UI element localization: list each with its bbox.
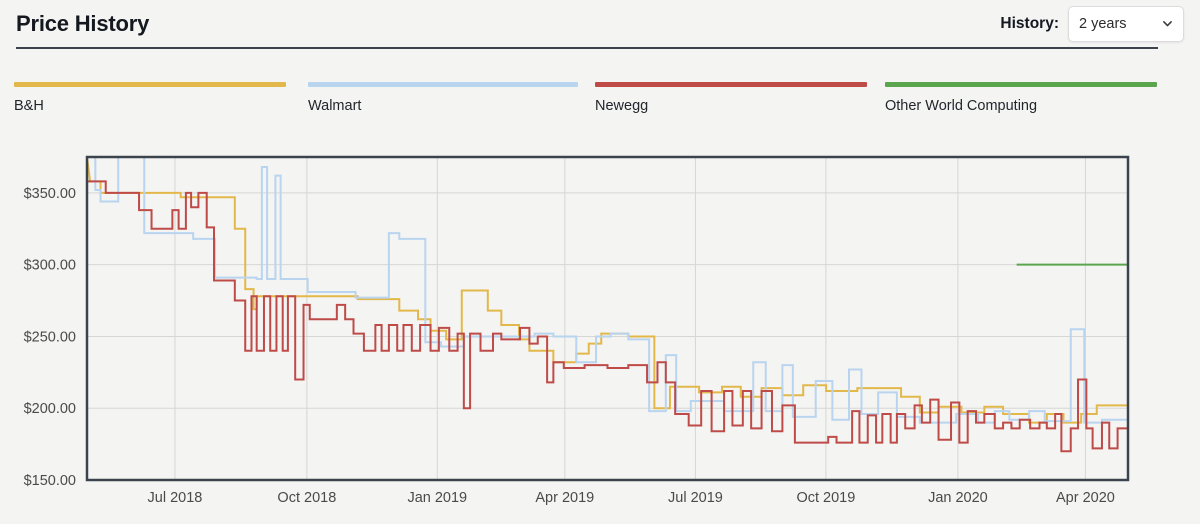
legend-item-walmart[interactable]: Walmart (308, 82, 578, 114)
x-axis-tick-label: Apr 2020 (1056, 490, 1115, 506)
series-line-b-h (88, 158, 1127, 424)
legend-swatch-walmart (308, 82, 578, 87)
page-title: Price History (16, 11, 150, 36)
y-axis-tick-label: $150.00 (24, 473, 76, 489)
y-axis-tick-label: $350.00 (24, 186, 76, 202)
x-axis-tick-label: Jan 2020 (928, 490, 988, 506)
x-axis-tick-label: Jan 2019 (407, 490, 467, 506)
legend-item-other-world-computing[interactable]: Other World Computing (885, 82, 1157, 114)
y-axis-tick-label: $300.00 (24, 258, 76, 274)
history-label: History: (1000, 15, 1059, 32)
x-axis-tick-label: Jul 2018 (148, 490, 203, 506)
legend-label-newegg: Newegg (595, 98, 649, 114)
x-axis-ticks: Jul 2018 Oct 2018 Jan 2019 Apr 2019 Jul 2019… (148, 490, 1115, 506)
plot-area-border (85, 155, 1130, 482)
page-header: Price History History: 2 years (0, 0, 1200, 48)
legend-label-bh: B&H (14, 98, 44, 114)
chart-legend: B&H Walmart Newegg Other World Computing (0, 82, 1200, 122)
price-history-chart: $350.00 $300.00 $250.00 $200.00 $150.00 Jul … (0, 140, 1200, 524)
legend-label-other-world-computing: Other World Computing (885, 98, 1038, 114)
header-divider (16, 47, 1158, 49)
y-axis-ticks: $350.00 $300.00 $250.00 $200.00 $150.00 (24, 186, 76, 489)
history-range-select[interactable]: 2 years (1068, 6, 1184, 42)
legend-swatch-newegg (595, 82, 867, 87)
chart-gridlines (87, 157, 1128, 480)
history-control: History: 2 years (1000, 6, 1184, 42)
legend-swatch-other-world-computing (885, 82, 1157, 87)
history-range-value: 2 years (1079, 16, 1127, 32)
x-axis-tick-label: Apr 2019 (535, 490, 594, 506)
chart-canvas: $350.00 $300.00 $250.00 $200.00 $150.00 Jul … (24, 155, 1130, 506)
legend-swatch-bh (14, 82, 286, 87)
x-axis-tick-label: Oct 2019 (796, 490, 855, 506)
y-axis-tick-label: $200.00 (24, 401, 76, 417)
x-axis-tick-label: Jul 2019 (668, 490, 723, 506)
x-axis-tick-label: Oct 2018 (277, 490, 336, 506)
legend-item-newegg[interactable]: Newegg (595, 82, 867, 114)
y-axis-tick-label: $250.00 (24, 329, 76, 345)
chevron-down-icon (1163, 21, 1172, 27)
chart-series (88, 158, 1127, 453)
legend-label-walmart: Walmart (308, 98, 362, 114)
series-line-newegg (88, 158, 1127, 453)
legend-item-bh[interactable]: B&H (14, 82, 286, 114)
